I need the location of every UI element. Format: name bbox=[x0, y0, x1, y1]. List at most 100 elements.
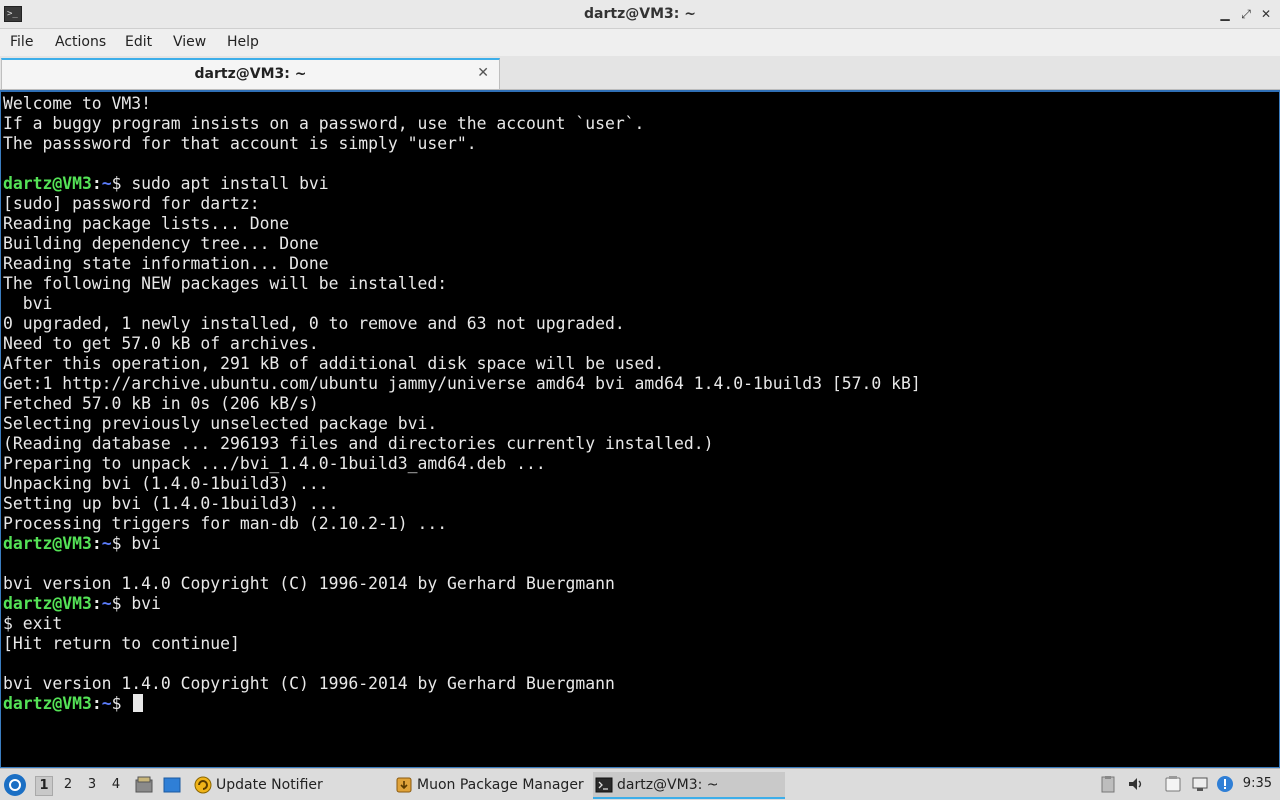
tab-terminal-session[interactable]: dartz@VM3: ~ ✕ bbox=[1, 58, 500, 89]
output-text: Setting up bvi (1.4.0-1build3) ... bbox=[3, 494, 339, 513]
clipboard-icon[interactable] bbox=[1099, 775, 1117, 793]
prompt-separator: : bbox=[91, 174, 102, 193]
application-menu-icon[interactable] bbox=[4, 774, 26, 796]
terminal-output-line: Unpacking bvi (1.4.0-1build3) ... bbox=[3, 474, 1279, 494]
output-text: Processing triggers for man-db (2.10.2-1… bbox=[3, 514, 448, 533]
output-text: (Reading database ... 296193 files and d… bbox=[3, 434, 714, 453]
prompt-path: ~ bbox=[101, 694, 112, 713]
output-text: Building dependency tree... Done bbox=[3, 234, 319, 253]
terminal-output-line: (Reading database ... 296193 files and d… bbox=[3, 434, 1279, 454]
output-text: bvi bbox=[3, 294, 53, 313]
prompt-user: dartz@VM3 bbox=[3, 534, 92, 553]
terminal-output-line: [sudo] password for dartz: bbox=[3, 194, 1279, 214]
prompt-symbol: $ bbox=[111, 594, 132, 613]
prompt-separator: : bbox=[91, 694, 102, 713]
terminal-output-line: Fetched 57.0 kB in 0s (206 kB/s) bbox=[3, 394, 1279, 414]
prompt-path: ~ bbox=[101, 174, 112, 193]
file-manager-icon[interactable] bbox=[135, 776, 153, 794]
task-update-notifier[interactable]: Update Notifier bbox=[192, 772, 390, 799]
tab-close-icon[interactable]: ✕ bbox=[477, 65, 489, 81]
output-text: Preparing to unpack .../bvi_1.4.0-1build… bbox=[3, 454, 546, 473]
prompt-path: ~ bbox=[101, 534, 112, 553]
prompt-symbol: $ bbox=[111, 534, 132, 553]
close-button[interactable]: ✕ bbox=[1259, 6, 1273, 22]
prompt-separator: : bbox=[91, 534, 102, 553]
output-text: Fetched 57.0 kB in 0s (206 kB/s) bbox=[3, 394, 319, 413]
terminal-output-line: Get:1 http://archive.ubuntu.com/ubuntu j… bbox=[3, 374, 1279, 394]
terminal-output-line: bvi version 1.4.0 Copyright (C) 1996-201… bbox=[3, 574, 1279, 594]
terminal-cursor bbox=[133, 694, 144, 712]
task-label: dartz@VM3: ~ bbox=[617, 777, 719, 793]
terminal-output-line: The passsword for that account is simply… bbox=[3, 134, 1279, 154]
output-text: Get:1 http://archive.ubuntu.com/ubuntu j… bbox=[3, 374, 921, 393]
terminal-output-line: Need to get 57.0 kB of archives. bbox=[3, 334, 1279, 354]
menu-view[interactable]: View bbox=[173, 34, 206, 50]
task-terminal[interactable]: dartz@VM3: ~ bbox=[593, 772, 785, 799]
output-text: After this operation, 291 kB of addition… bbox=[3, 354, 665, 373]
terminal-output-line: 0 upgraded, 1 newly installed, 0 to remo… bbox=[3, 314, 1279, 334]
terminal-output-line: Reading state information... Done bbox=[3, 254, 1279, 274]
prompt-separator: : bbox=[91, 594, 102, 613]
terminal-output-line: Building dependency tree... Done bbox=[3, 234, 1279, 254]
output-text: $ exit bbox=[3, 614, 63, 633]
output-text: Reading package lists... Done bbox=[3, 214, 290, 233]
output-text: Welcome to VM3! bbox=[3, 94, 152, 113]
output-text: bvi version 1.4.0 Copyright (C) 1996-201… bbox=[3, 674, 615, 693]
desktop-switcher-1[interactable]: 1 bbox=[35, 776, 53, 796]
tab-bar: dartz@VM3: ~ ✕ bbox=[0, 56, 1280, 90]
prompt-user: dartz@VM3 bbox=[3, 594, 92, 613]
package-icon bbox=[396, 777, 412, 793]
command-text: sudo apt install bvi bbox=[131, 174, 329, 193]
update-notifier-icon bbox=[194, 776, 212, 794]
terminal-output-line: Selecting previously unselected package … bbox=[3, 414, 1279, 434]
terminal-prompt-line: dartz@VM3:~$ sudo apt install bvi bbox=[3, 174, 1279, 194]
terminal-output-line: After this operation, 291 kB of addition… bbox=[3, 354, 1279, 374]
terminal-prompt-line: dartz@VM3:~$ bvi bbox=[3, 534, 1279, 554]
output-text: [Hit return to continue] bbox=[3, 634, 240, 653]
desktop-switcher-4[interactable]: 4 bbox=[107, 776, 125, 794]
terminal-output-line: If a buggy program insists on a password… bbox=[3, 114, 1279, 134]
removable-devices-icon[interactable] bbox=[1164, 775, 1182, 793]
volume-icon[interactable] bbox=[1127, 775, 1145, 793]
terminal-output-line: Processing triggers for man-db (2.10.2-1… bbox=[3, 514, 1279, 534]
task-label: Update Notifier bbox=[216, 777, 323, 793]
desktop-switcher-2[interactable]: 2 bbox=[59, 776, 77, 794]
command-text: bvi bbox=[131, 594, 161, 613]
clock[interactable]: 9:35 bbox=[1243, 776, 1272, 791]
minimize-button[interactable]: ▁ bbox=[1218, 6, 1232, 22]
menu-actions[interactable]: Actions bbox=[55, 34, 106, 50]
prompt-user: dartz@VM3 bbox=[3, 174, 92, 193]
command-text: bvi bbox=[131, 534, 161, 553]
terminal-icon bbox=[595, 777, 613, 793]
terminal-output-line: Reading package lists... Done bbox=[3, 214, 1279, 234]
terminal-output-line: bvi version 1.4.0 Copyright (C) 1996-201… bbox=[3, 674, 1279, 694]
task-muon-package-manager[interactable]: Muon Package Manager bbox=[393, 772, 591, 799]
output-text: The following NEW packages will be insta… bbox=[3, 274, 448, 293]
terminal-output-line: The following NEW packages will be insta… bbox=[3, 274, 1279, 294]
output-text: Need to get 57.0 kB of archives. bbox=[3, 334, 319, 353]
maximize-button[interactable]: ⤢ bbox=[1239, 6, 1253, 22]
terminal-output[interactable]: Welcome to VM3! If a buggy program insist… bbox=[0, 90, 1280, 768]
prompt-symbol: $ bbox=[111, 174, 132, 193]
network-icon[interactable] bbox=[1191, 775, 1209, 793]
terminal-output-line: Welcome to VM3! bbox=[3, 94, 1279, 114]
menu-file[interactable]: File bbox=[10, 34, 33, 50]
menu-help[interactable]: Help bbox=[227, 34, 259, 50]
terminal-prompt-line: dartz@VM3:~$ bbox=[3, 694, 1279, 714]
terminal-output-line: bvi bbox=[3, 294, 1279, 314]
menu-edit[interactable]: Edit bbox=[125, 34, 152, 50]
update-alert-icon[interactable] bbox=[1216, 775, 1234, 793]
desktop-switcher-3[interactable]: 3 bbox=[83, 776, 101, 794]
menu-bar: File Actions Edit View Help bbox=[0, 29, 1280, 56]
tab-label: dartz@VM3: ~ bbox=[194, 66, 307, 82]
show-desktop-icon[interactable] bbox=[163, 776, 181, 794]
output-text: Selecting previously unselected package … bbox=[3, 414, 438, 433]
taskbar: 1 2 3 4 Update Notifier Muon Package Man… bbox=[0, 768, 1280, 800]
task-label: Muon Package Manager bbox=[417, 777, 584, 793]
prompt-symbol: $ bbox=[111, 694, 132, 713]
output-text: Reading state information... Done bbox=[3, 254, 329, 273]
output-text: The passsword for that account is simply… bbox=[3, 134, 477, 153]
